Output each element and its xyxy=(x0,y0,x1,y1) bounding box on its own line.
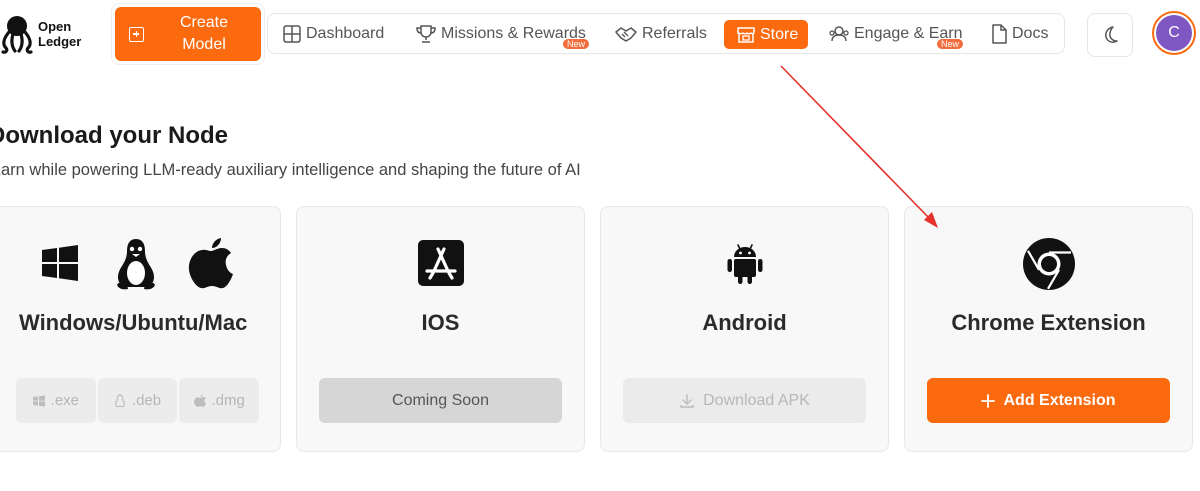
card-chrome: Chrome Extension Add Extension xyxy=(904,206,1193,452)
card-android: Android Download APK xyxy=(600,206,889,452)
logo-text: Open Ledger xyxy=(38,19,81,49)
grid-icon xyxy=(283,24,301,43)
plus-square-icon xyxy=(129,26,144,42)
android-icon xyxy=(727,244,763,284)
avatar[interactable]: C xyxy=(1152,11,1196,55)
linux-icon xyxy=(117,239,155,290)
nav-docs-label: Docs xyxy=(1012,24,1049,42)
theme-toggle-button[interactable] xyxy=(1087,13,1133,57)
download-apk-label: Download APK xyxy=(703,391,810,409)
page-title: Download your Node xyxy=(0,122,228,149)
download-apk-button[interactable]: Download APK xyxy=(623,378,866,423)
avatar-initial: C xyxy=(1156,15,1192,51)
exe-label: .exe xyxy=(50,392,80,409)
new-badge: New xyxy=(937,39,964,49)
chrome-icon xyxy=(1023,238,1075,290)
plus-icon xyxy=(981,393,996,408)
card-desktop: Windows/Ubuntu/Mac .exe .deb .dmg xyxy=(0,206,281,452)
trophy-icon xyxy=(416,24,436,43)
nav-referrals-label: Referrals xyxy=(642,24,707,42)
linux-icon xyxy=(115,393,125,407)
engage-icon xyxy=(829,25,849,41)
desktop-download-buttons: .exe .deb .dmg xyxy=(16,378,260,423)
coming-soon-button[interactable]: Coming Soon xyxy=(319,378,562,423)
nav-referrals[interactable]: Referrals xyxy=(614,14,707,53)
page-subtitle: Earn while powering LLM-ready auxiliary … xyxy=(0,161,581,179)
download-exe-button[interactable]: .exe xyxy=(16,378,96,423)
nav-dashboard[interactable]: Dashboard xyxy=(282,14,384,53)
download-icon xyxy=(680,393,694,408)
create-model-wrapper: Create Model xyxy=(111,3,265,65)
card-desktop-title: Windows/Ubuntu/Mac xyxy=(19,310,248,335)
app-store-icon xyxy=(418,240,464,286)
card-ios-title: IOS xyxy=(421,310,460,335)
dmg-label: .dmg xyxy=(211,392,245,409)
create-model-button[interactable]: Create Model xyxy=(115,7,261,61)
windows-icon xyxy=(32,395,45,406)
apple-icon xyxy=(188,238,233,289)
top-nav: Dashboard Missions & Rewards New Referra… xyxy=(267,13,1065,54)
coming-soon-label: Coming Soon xyxy=(392,391,489,409)
handshake-icon xyxy=(615,26,637,42)
octopus-logo-icon xyxy=(1,16,33,54)
store-icon xyxy=(737,26,755,43)
add-extension-label: Add Extension xyxy=(1003,391,1116,409)
moon-icon xyxy=(1105,26,1118,43)
logo-line-1: Open xyxy=(38,19,72,34)
document-icon xyxy=(992,23,1007,44)
download-deb-button[interactable]: .deb xyxy=(97,378,178,423)
windows-icon xyxy=(42,245,78,281)
apple-icon xyxy=(193,394,206,407)
nav-docs[interactable]: Docs xyxy=(990,14,1048,53)
card-ios: IOS Coming Soon xyxy=(296,206,585,452)
nav-store[interactable]: Store xyxy=(724,20,809,49)
logo[interactable]: Open Ledger xyxy=(0,14,81,54)
logo-line-2: Ledger xyxy=(38,34,82,49)
nav-missions-rewards[interactable]: Missions & Rewards xyxy=(415,14,586,53)
create-model-label: Create Model xyxy=(179,14,229,53)
download-dmg-button[interactable]: .dmg xyxy=(179,378,260,423)
new-badge: New xyxy=(563,39,590,49)
nav-store-label: Store xyxy=(760,25,799,43)
card-android-title: Android xyxy=(702,310,787,335)
add-extension-button[interactable]: Add Extension xyxy=(927,378,1170,423)
card-chrome-title: Chrome Extension xyxy=(951,310,1146,335)
deb-label: .deb xyxy=(131,392,162,409)
nav-dashboard-label: Dashboard xyxy=(306,24,385,42)
